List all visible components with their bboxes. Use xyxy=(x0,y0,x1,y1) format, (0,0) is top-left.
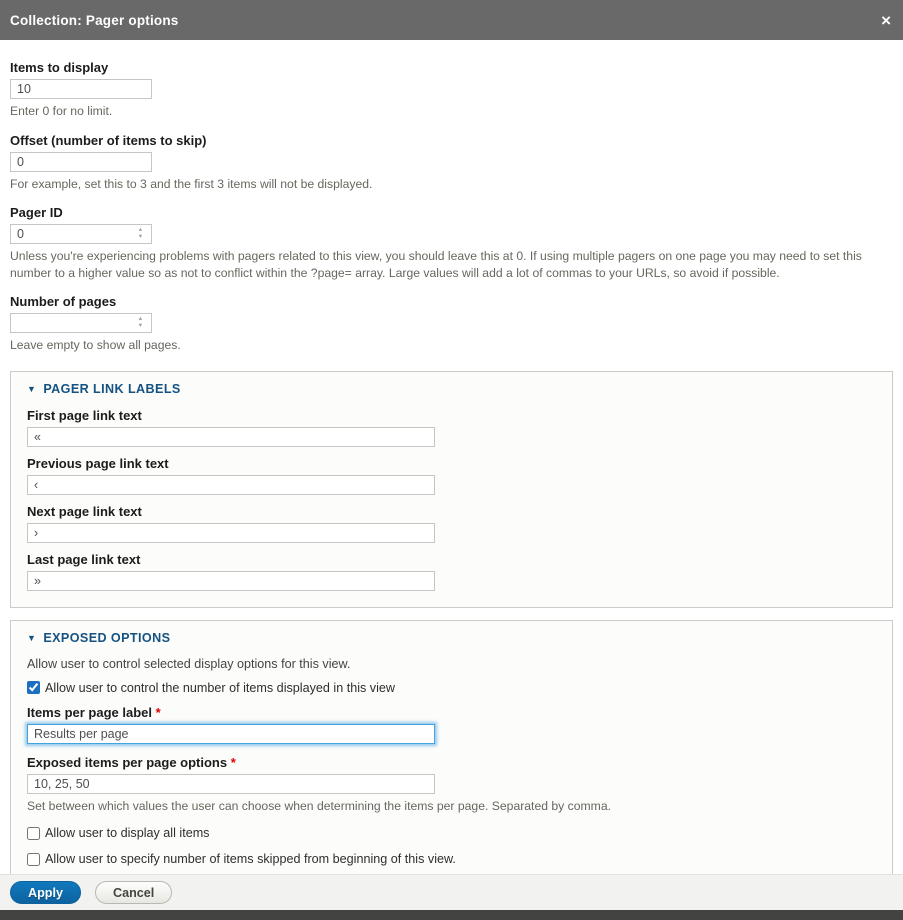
modal-titlebar: Collection: Pager options × xyxy=(0,0,903,40)
pager-link-labels-legend-text: PAGER LINK LABELS xyxy=(43,382,180,396)
collapse-triangle-icon: ▼ xyxy=(27,384,36,394)
next-page-link-field: Next page link text xyxy=(27,504,876,543)
first-page-link-field: First page link text xyxy=(27,408,876,447)
first-page-link-input[interactable] xyxy=(27,427,435,447)
number-spinner-icon[interactable]: ▴▾ xyxy=(139,227,142,240)
offset-checkbox-label: Allow user to specify number of items sk… xyxy=(45,852,456,866)
offset-description: For example, set this to 3 and the first… xyxy=(10,176,893,193)
items-to-display-description: Enter 0 for no limit. xyxy=(10,103,893,120)
previous-page-link-input[interactable] xyxy=(27,475,435,495)
close-icon[interactable]: × xyxy=(881,12,891,29)
offset-field: Offset (number of items to skip) For exa… xyxy=(10,133,893,193)
pager-options-modal: Collection: Pager options × Items to dis… xyxy=(0,0,903,920)
previous-page-link-label: Previous page link text xyxy=(27,456,876,471)
control-items-checkbox-row: Allow user to control the number of item… xyxy=(27,681,876,695)
exposed-options-legend[interactable]: ▼ EXPOSED OPTIONS xyxy=(27,631,876,645)
cancel-button[interactable]: Cancel xyxy=(95,881,172,904)
offset-label: Offset (number of items to skip) xyxy=(10,133,893,148)
collapse-triangle-icon: ▼ xyxy=(27,633,36,643)
pager-link-labels-fieldset: ▼ PAGER LINK LABELS First page link text… xyxy=(10,371,893,608)
offset-checkbox-row: Allow user to specify number of items sk… xyxy=(27,852,876,866)
pager-id-field: Pager ID ▴▾ Unless you're experiencing p… xyxy=(10,205,893,281)
page-background-bar xyxy=(0,910,903,920)
items-to-display-label: Items to display xyxy=(10,60,893,75)
pager-link-labels-legend[interactable]: ▼ PAGER LINK LABELS xyxy=(27,382,876,396)
control-items-checkbox-label: Allow user to control the number of item… xyxy=(45,681,395,695)
items-per-page-label-field: Items per page label * xyxy=(27,705,876,744)
exposed-options-legend-text: EXPOSED OPTIONS xyxy=(43,631,170,645)
modal-body: Items to display Enter 0 for no limit. O… xyxy=(0,40,903,920)
required-asterisk: * xyxy=(231,755,236,770)
number-spinner-icon[interactable]: ▴▾ xyxy=(139,316,142,329)
items-to-display-input[interactable] xyxy=(10,79,152,99)
modal-footer: Apply Cancel xyxy=(0,874,903,910)
offset-checkbox[interactable] xyxy=(27,853,40,866)
next-page-link-input[interactable] xyxy=(27,523,435,543)
exposed-options-description: Allow user to control selected display o… xyxy=(27,657,876,671)
pager-id-input[interactable] xyxy=(10,224,152,244)
exposed-options-fieldset: ▼ EXPOSED OPTIONS Allow user to control … xyxy=(10,620,893,886)
offset-input[interactable] xyxy=(10,152,152,172)
number-of-pages-input[interactable] xyxy=(10,313,152,333)
items-to-display-field: Items to display Enter 0 for no limit. xyxy=(10,60,893,120)
display-all-checkbox-row: Allow user to display all items xyxy=(27,826,876,840)
last-page-link-label: Last page link text xyxy=(27,552,876,567)
pager-id-label: Pager ID xyxy=(10,205,893,220)
previous-page-link-field: Previous page link text xyxy=(27,456,876,495)
first-page-link-label: First page link text xyxy=(27,408,876,423)
modal-title: Collection: Pager options xyxy=(10,13,179,28)
required-asterisk: * xyxy=(156,705,161,720)
exposed-items-options-label: Exposed items per page options * xyxy=(27,755,876,770)
items-per-page-label-input[interactable] xyxy=(27,724,435,744)
display-all-checkbox-label: Allow user to display all items xyxy=(45,826,209,840)
exposed-items-options-field: Exposed items per page options * Set bet… xyxy=(27,755,876,815)
items-per-page-label-label: Items per page label * xyxy=(27,705,876,720)
exposed-items-options-input[interactable] xyxy=(27,774,435,794)
number-of-pages-description: Leave empty to show all pages. xyxy=(10,337,893,354)
control-items-checkbox[interactable] xyxy=(27,681,40,694)
number-of-pages-field: Number of pages ▴▾ Leave empty to show a… xyxy=(10,294,893,354)
exposed-items-options-description: Set between which values the user can ch… xyxy=(27,798,876,815)
pager-id-description: Unless you're experiencing problems with… xyxy=(10,248,893,281)
display-all-checkbox[interactable] xyxy=(27,827,40,840)
last-page-link-input[interactable] xyxy=(27,571,435,591)
number-of-pages-label: Number of pages xyxy=(10,294,893,309)
last-page-link-field: Last page link text xyxy=(27,552,876,591)
next-page-link-label: Next page link text xyxy=(27,504,876,519)
apply-button[interactable]: Apply xyxy=(10,881,81,904)
